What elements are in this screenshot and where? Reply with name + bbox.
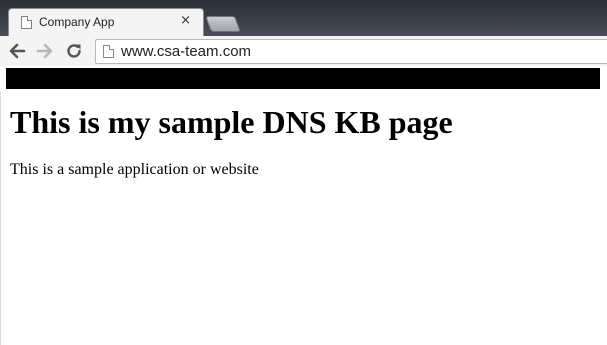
new-tab-icon[interactable] bbox=[205, 16, 241, 32]
back-button[interactable] bbox=[6, 40, 28, 62]
page-heading: This is my sample DNS KB page bbox=[10, 104, 453, 140]
back-arrow-icon bbox=[9, 43, 26, 59]
reload-button[interactable] bbox=[63, 40, 85, 62]
page-icon bbox=[103, 45, 114, 58]
tab-company-app[interactable]: Company App × bbox=[8, 8, 204, 36]
page-content: This is my sample DNS KB page This is a … bbox=[0, 92, 607, 345]
page-icon bbox=[21, 16, 32, 29]
url-text[interactable]: www.csa-team.com bbox=[121, 43, 251, 60]
page-body-text: This is a sample application or website bbox=[10, 161, 259, 178]
tab-title: Company App bbox=[39, 15, 115, 29]
redacted-bookmarks-bar bbox=[6, 68, 600, 89]
browser-toolbar: www.csa-team.com bbox=[0, 36, 607, 66]
reload-icon bbox=[67, 44, 81, 58]
tab-strip: Company App × bbox=[0, 0, 607, 36]
forward-button[interactable] bbox=[34, 40, 56, 62]
forward-arrow-icon bbox=[36, 43, 53, 59]
close-icon[interactable]: × bbox=[180, 13, 191, 28]
address-bar[interactable]: www.csa-team.com bbox=[95, 39, 607, 64]
